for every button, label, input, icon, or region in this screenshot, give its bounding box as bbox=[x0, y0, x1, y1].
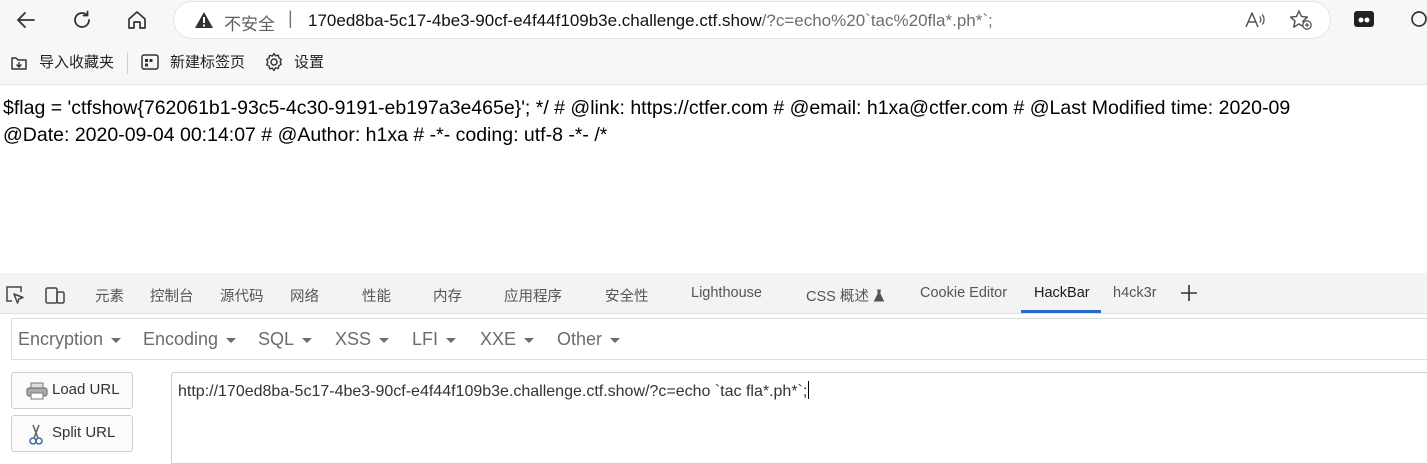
load-url-label: Load URL bbox=[52, 381, 120, 398]
hackbar-url-value: http://170ed8ba-5c17-4be3-90cf-e4f44f109… bbox=[178, 381, 810, 401]
extension-icon[interactable] bbox=[1352, 8, 1376, 35]
tab-css-overview[interactable]: CSS 概述 bbox=[806, 285, 885, 306]
menu-lfi[interactable]: LFI bbox=[412, 329, 457, 350]
menu-encryption[interactable]: Encryption bbox=[18, 329, 122, 350]
menu-label: LFI bbox=[412, 329, 439, 349]
bookmark-settings[interactable]: 设置 bbox=[264, 51, 324, 72]
tab-hackbar[interactable]: HackBar bbox=[1034, 285, 1090, 301]
hackbar-menu: Encryption Encoding SQL XSS LFI XXE Othe… bbox=[11, 318, 1427, 360]
url-path: /?c=echo%20`tac%20fla*.ph*`; bbox=[761, 11, 993, 30]
tab-security[interactable]: 安全性 bbox=[605, 285, 649, 306]
page-content: $flag = 'ctfshow{762061b1-93c5-4c30-9191… bbox=[3, 95, 1427, 149]
url-text[interactable]: 170ed8ba-5c17-4be3-90cf-e4f44f109b3e.cha… bbox=[308, 11, 993, 31]
page-text-line-1: $flag = 'ctfshow{762061b1-93c5-4c30-9191… bbox=[3, 97, 1291, 119]
read-aloud-icon[interactable] bbox=[1244, 10, 1266, 35]
menu-label: Other bbox=[557, 329, 603, 349]
load-url-button[interactable]: Load URL bbox=[11, 372, 133, 409]
chevron-down-icon bbox=[226, 337, 237, 343]
home-icon[interactable] bbox=[121, 4, 153, 36]
bookmarks-divider bbox=[127, 52, 128, 74]
inspect-element-icon[interactable] bbox=[4, 284, 26, 311]
bookmark-label: 新建标签页 bbox=[170, 54, 246, 71]
devtools-tab-strip: 元素 控制台 源代码 网络 性能 内存 应用程序 安全性 Lighthouse … bbox=[0, 273, 1427, 314]
profile-icon[interactable] bbox=[1409, 9, 1427, 36]
flask-icon bbox=[873, 289, 885, 302]
menu-label: XSS bbox=[335, 329, 372, 349]
tab-application[interactable]: 应用程序 bbox=[504, 285, 562, 306]
printer-icon bbox=[26, 381, 48, 405]
browser-toolbar: 不安全 | 170ed8ba-5c17-4be3-90cf-e4f44f109b… bbox=[0, 0, 1427, 40]
warning-icon[interactable] bbox=[194, 10, 214, 35]
menu-encoding[interactable]: Encoding bbox=[143, 329, 237, 350]
scissors-icon bbox=[26, 424, 46, 450]
split-url-label: Split URL bbox=[52, 424, 116, 441]
tab-lighthouse[interactable]: Lighthouse bbox=[691, 285, 762, 301]
device-emulation-icon[interactable] bbox=[44, 284, 66, 311]
tab-css-overview-label: CSS 概述 bbox=[806, 289, 869, 305]
url-host: 170ed8ba-5c17-4be3-90cf-e4f44f109b3e.cha… bbox=[308, 11, 762, 30]
tab-h4ck3r[interactable]: h4ck3r bbox=[1113, 285, 1157, 301]
add-tab-icon[interactable] bbox=[1178, 282, 1200, 309]
tab-elements[interactable]: 元素 bbox=[95, 285, 124, 306]
tab-performance[interactable]: 性能 bbox=[362, 285, 391, 306]
tab-cookie-editor[interactable]: Cookie Editor bbox=[920, 285, 1007, 301]
favorites-bar: 导入收藏夹 新建标签页 设置 bbox=[0, 40, 1427, 85]
chevron-down-icon bbox=[446, 337, 457, 343]
tab-network[interactable]: 网络 bbox=[290, 285, 319, 306]
menu-label: Encryption bbox=[18, 329, 104, 349]
back-icon[interactable] bbox=[10, 4, 42, 36]
menu-xxe[interactable]: XXE bbox=[480, 329, 535, 350]
tab-console[interactable]: 控制台 bbox=[150, 285, 194, 306]
split-url-button[interactable]: Split URL bbox=[11, 415, 133, 452]
menu-label: Encoding bbox=[143, 329, 219, 349]
menu-label: XXE bbox=[480, 329, 517, 349]
page-text-line-2: @Date: 2020-09-04 00:14:07 # @Author: h1… bbox=[3, 124, 608, 146]
chevron-down-icon bbox=[111, 337, 122, 343]
bookmark-label: 导入收藏夹 bbox=[39, 54, 115, 71]
bookmark-label: 设置 bbox=[294, 54, 325, 71]
chevron-down-icon bbox=[610, 337, 621, 343]
security-label[interactable]: 不安全 bbox=[224, 10, 275, 35]
url-separator: | bbox=[288, 8, 293, 28]
bookmark-new-tab[interactable]: 新建标签页 bbox=[140, 51, 245, 72]
menu-label: SQL bbox=[258, 329, 295, 349]
import-icon bbox=[11, 56, 27, 70]
address-bar[interactable]: 不安全 | 170ed8ba-5c17-4be3-90cf-e4f44f109b… bbox=[174, 2, 1330, 38]
tab-sources[interactable]: 源代码 bbox=[220, 285, 264, 306]
menu-other[interactable]: Other bbox=[557, 329, 621, 350]
text-cursor bbox=[808, 381, 810, 399]
refresh-icon[interactable] bbox=[66, 4, 98, 36]
chevron-down-icon bbox=[302, 337, 313, 343]
tab-memory[interactable]: 内存 bbox=[433, 285, 462, 306]
hackbar-url-textarea[interactable]: http://170ed8ba-5c17-4be3-90cf-e4f44f109… bbox=[171, 372, 1427, 464]
new-tab-icon bbox=[141, 53, 159, 70]
menu-xss[interactable]: XSS bbox=[335, 329, 390, 350]
menu-sql[interactable]: SQL bbox=[258, 329, 313, 350]
chevron-down-icon bbox=[524, 337, 535, 343]
add-favorite-icon[interactable] bbox=[1289, 9, 1313, 36]
gear-icon bbox=[266, 52, 282, 71]
active-tab-indicator bbox=[1021, 310, 1101, 313]
chevron-down-icon bbox=[379, 337, 390, 343]
url-value-text: http://170ed8ba-5c17-4be3-90cf-e4f44f109… bbox=[178, 383, 808, 400]
bookmark-import-favorites[interactable]: 导入收藏夹 bbox=[9, 51, 114, 72]
